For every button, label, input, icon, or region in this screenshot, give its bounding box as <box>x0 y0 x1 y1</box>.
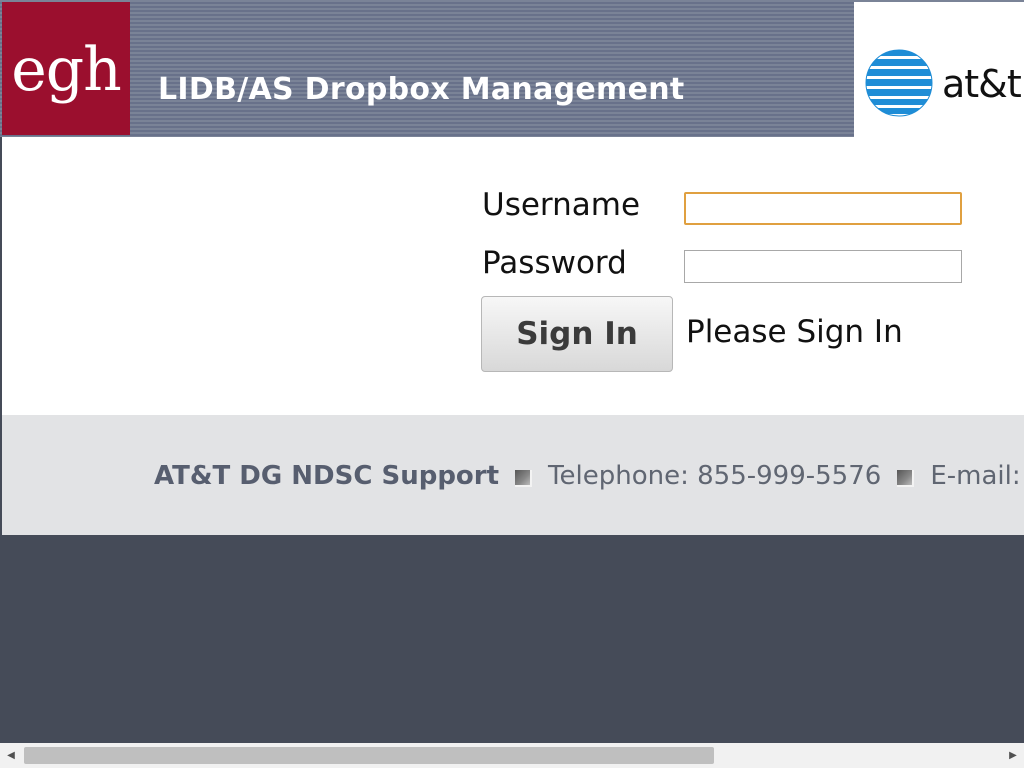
username-input[interactable] <box>684 192 962 225</box>
sign-in-button[interactable]: Sign In <box>481 296 673 372</box>
support-footer: AT&T DG NDSC Support Telephone: 855-999-… <box>2 415 1024 535</box>
password-label: Password <box>482 245 627 281</box>
square-bullet-icon <box>897 469 915 487</box>
login-form: Username Password Sign In Please Sign In <box>2 137 1024 415</box>
arrow-right-icon[interactable]: ▶ <box>1002 743 1024 768</box>
header-banner: egh LIDB/AS Dropbox Management at&t <box>0 0 1024 137</box>
support-telephone: Telephone: 855-999-5576 <box>548 461 882 491</box>
page-title: LIDB/AS Dropbox Management <box>158 72 685 107</box>
support-info: AT&T DG NDSC Support Telephone: 855-999-… <box>154 461 1024 491</box>
support-title: AT&T DG NDSC Support <box>154 461 500 491</box>
egh-logo: egh <box>2 2 130 135</box>
username-label: Username <box>482 187 641 223</box>
scrollbar-thumb[interactable] <box>24 747 714 764</box>
sign-in-status: Please Sign In <box>686 314 903 350</box>
att-logo: at&t <box>854 2 1024 137</box>
support-email: E-mail: a <box>930 461 1024 491</box>
horizontal-scrollbar[interactable]: ◀ ▶ <box>0 743 1024 768</box>
square-bullet-icon <box>515 469 533 487</box>
page-viewport: egh LIDB/AS Dropbox Management at&t User… <box>0 0 1024 743</box>
arrow-left-icon[interactable]: ◀ <box>0 743 22 768</box>
att-globe-icon <box>865 49 933 117</box>
password-input[interactable] <box>684 250 962 283</box>
att-wordmark: at&t <box>942 62 1022 106</box>
egh-logo-text: egh <box>11 34 122 105</box>
